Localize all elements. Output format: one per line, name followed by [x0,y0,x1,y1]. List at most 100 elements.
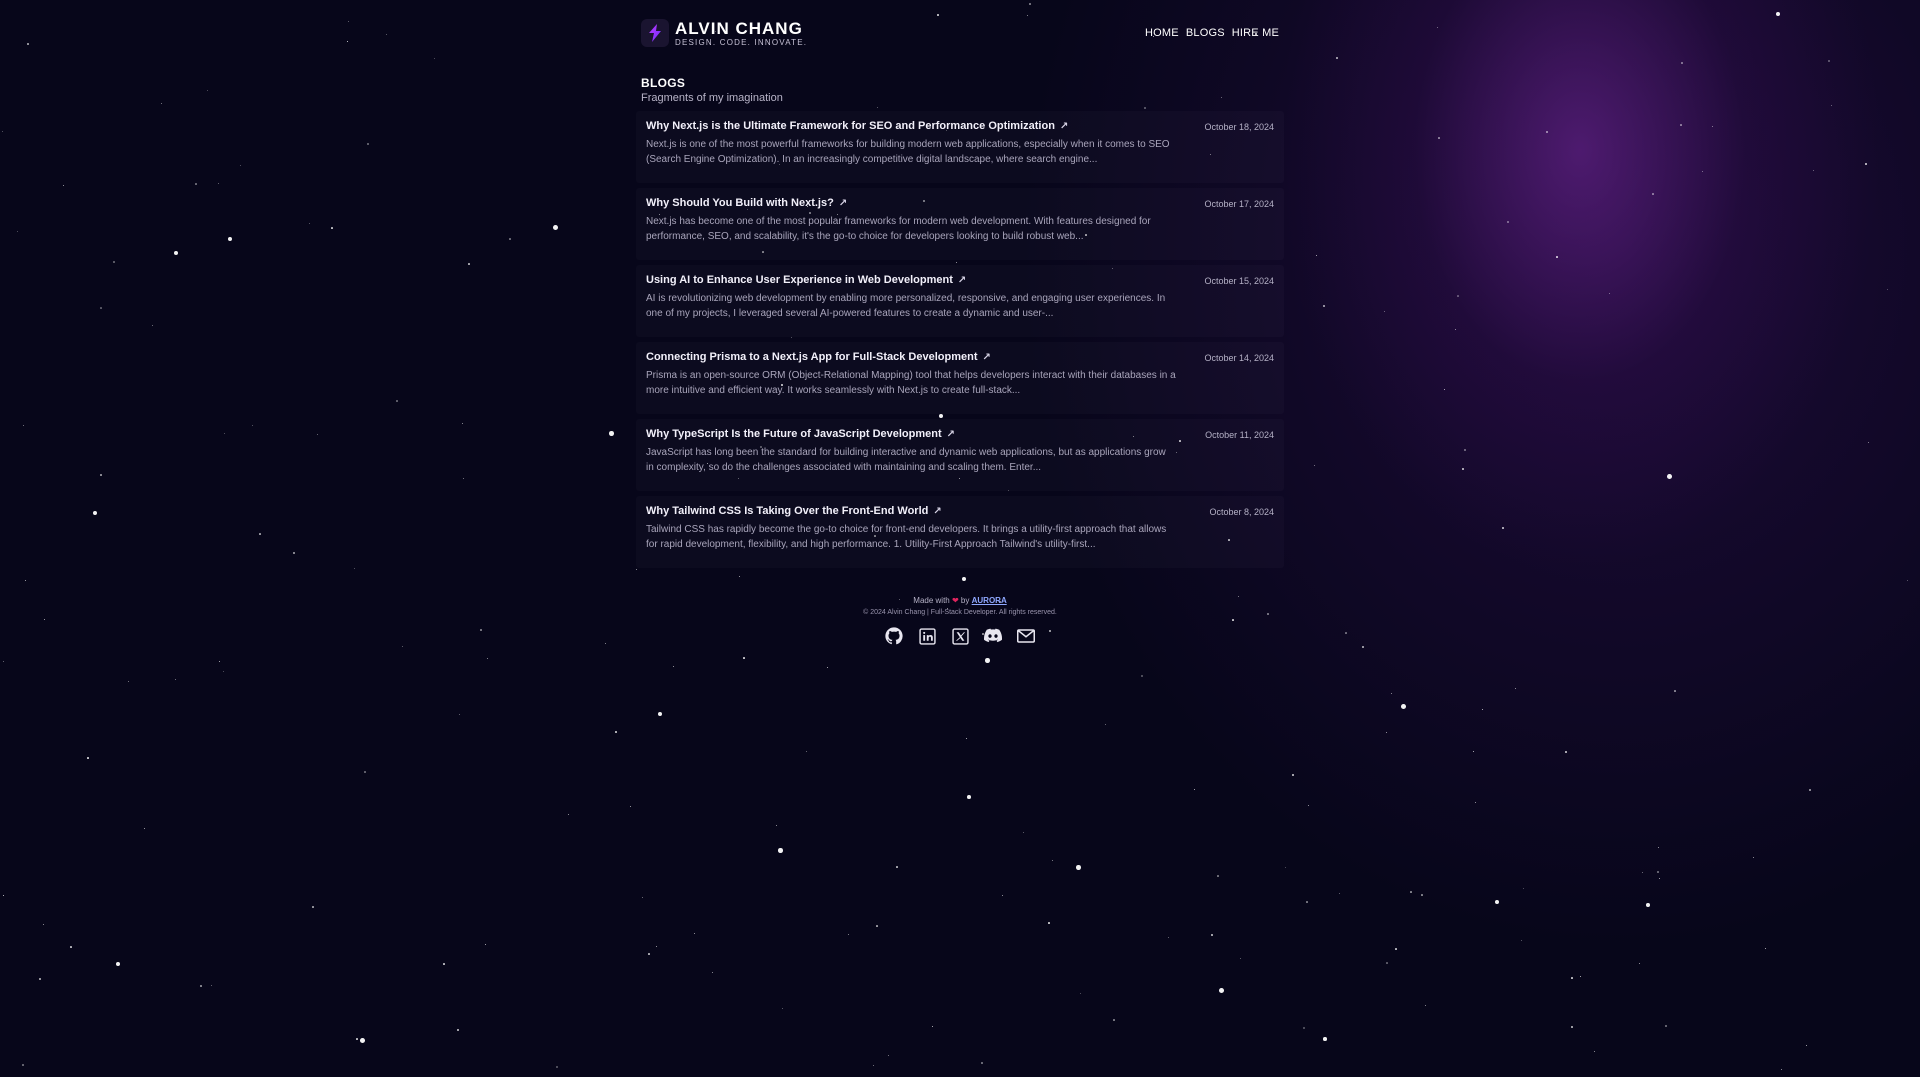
linkedin-icon[interactable] [918,627,936,645]
star [1002,895,1004,897]
star [200,985,202,987]
star [174,251,179,256]
discord-icon[interactable] [984,627,1002,645]
star [152,325,154,327]
star [981,1062,983,1064]
star [252,425,253,426]
star [309,223,311,225]
star [1410,891,1412,893]
blog-card[interactable]: Why Tailwind CSS Is Taking Over the Fron… [636,496,1284,568]
blog-date: October 18, 2024 [1204,122,1274,132]
blog-title-link[interactable]: Why Should You Build with Next.js? ↗ [646,197,1274,209]
star [1658,847,1660,849]
star [1421,894,1423,896]
star [932,1026,934,1028]
star [1113,1019,1115,1021]
blog-card[interactable]: Why Next.js is the Ultimate Framework fo… [636,111,1284,183]
star [463,478,465,480]
star [827,667,829,669]
star [293,552,295,554]
blog-date: October 17, 2024 [1204,199,1274,209]
star [1502,527,1504,529]
star [17,231,19,233]
blog-title-link[interactable]: Using AI to Enhance User Experience in W… [646,274,1274,286]
blog-title-link[interactable]: Why Tailwind CSS Is Taking Over the Fron… [646,505,1274,517]
nav-home-link[interactable]: HOME [1145,27,1179,39]
brand-name: ALVIN CHANG [675,18,803,38]
blog-title-link[interactable]: Why TypeScript Is the Future of JavaScri… [646,428,1274,440]
star [1339,893,1341,895]
blog-date: October 15, 2024 [1204,276,1274,286]
star [219,661,220,662]
star [1438,137,1440,139]
star [1659,878,1661,880]
blog-date: October 11, 2024 [1205,430,1274,440]
star [367,143,369,145]
brand[interactable]: ALVIN CHANG DESIGN. CODE. INNOVATE. [641,19,807,47]
star [1425,1005,1427,1007]
star [1303,1027,1305,1029]
star [116,962,121,967]
star [70,946,72,948]
star [642,897,644,899]
made-with-text: Made with [913,596,950,605]
star [1345,632,1347,634]
star [509,238,511,240]
github-icon[interactable] [885,627,903,645]
star [1571,1026,1573,1028]
star [1473,751,1474,752]
star [1657,871,1659,873]
star [896,866,898,868]
star [1217,875,1219,877]
star [207,90,208,91]
aurora-link[interactable]: AURORA [972,596,1007,605]
star [356,1038,358,1040]
star [1781,1069,1782,1070]
blog-title: Why Should You Build with Next.js? [646,197,834,209]
nav-hire-me-link[interactable]: HIRE ME [1232,27,1279,39]
star [1907,580,1909,582]
star [656,946,657,947]
x-icon[interactable] [951,627,969,645]
star [228,237,233,242]
star [459,714,460,715]
star [1462,468,1464,470]
star [1336,57,1338,59]
star [1665,1025,1667,1027]
star [100,307,102,309]
star [1681,62,1683,64]
blog-excerpt: Prisma is an open-source ORM (Object-Rel… [646,370,1176,396]
star [630,806,632,808]
star [360,1038,365,1043]
star [1362,646,1364,648]
external-arrow-icon: ↗ [957,274,967,286]
star [1813,170,1815,172]
blog-card[interactable]: Using AI to Enhance User Experience in W… [636,265,1284,337]
nav-blogs-link[interactable]: BLOGS [1186,27,1225,39]
blog-title: Why Tailwind CSS Is Taking Over the Fron… [646,505,929,517]
star [1323,1037,1327,1041]
star [1702,171,1703,172]
star [1667,474,1672,479]
star [3,661,4,662]
star [1384,311,1386,313]
mail-icon[interactable] [1017,627,1035,645]
blog-card[interactable]: Why Should You Build with Next.js? ↗ Nex… [636,188,1284,260]
blog-title-link[interactable]: Why Next.js is the Ultimate Framework fo… [646,120,1274,132]
blog-title-link[interactable]: Connecting Prisma to a Next.js App for F… [646,351,1274,363]
star [1076,865,1081,870]
star [485,944,487,946]
star [223,671,224,672]
star [648,953,650,955]
star [1609,293,1610,294]
star [195,183,197,185]
blog-card[interactable]: Why TypeScript Is the Future of JavaScri… [636,419,1284,491]
star [967,795,971,799]
star [1507,221,1509,223]
star [556,1066,558,1068]
blog-title: Why TypeScript Is the Future of JavaScri… [646,428,942,440]
star [743,657,745,659]
star [1314,465,1316,467]
star [63,185,65,187]
blog-card[interactable]: Connecting Prisma to a Next.js App for F… [636,342,1284,414]
